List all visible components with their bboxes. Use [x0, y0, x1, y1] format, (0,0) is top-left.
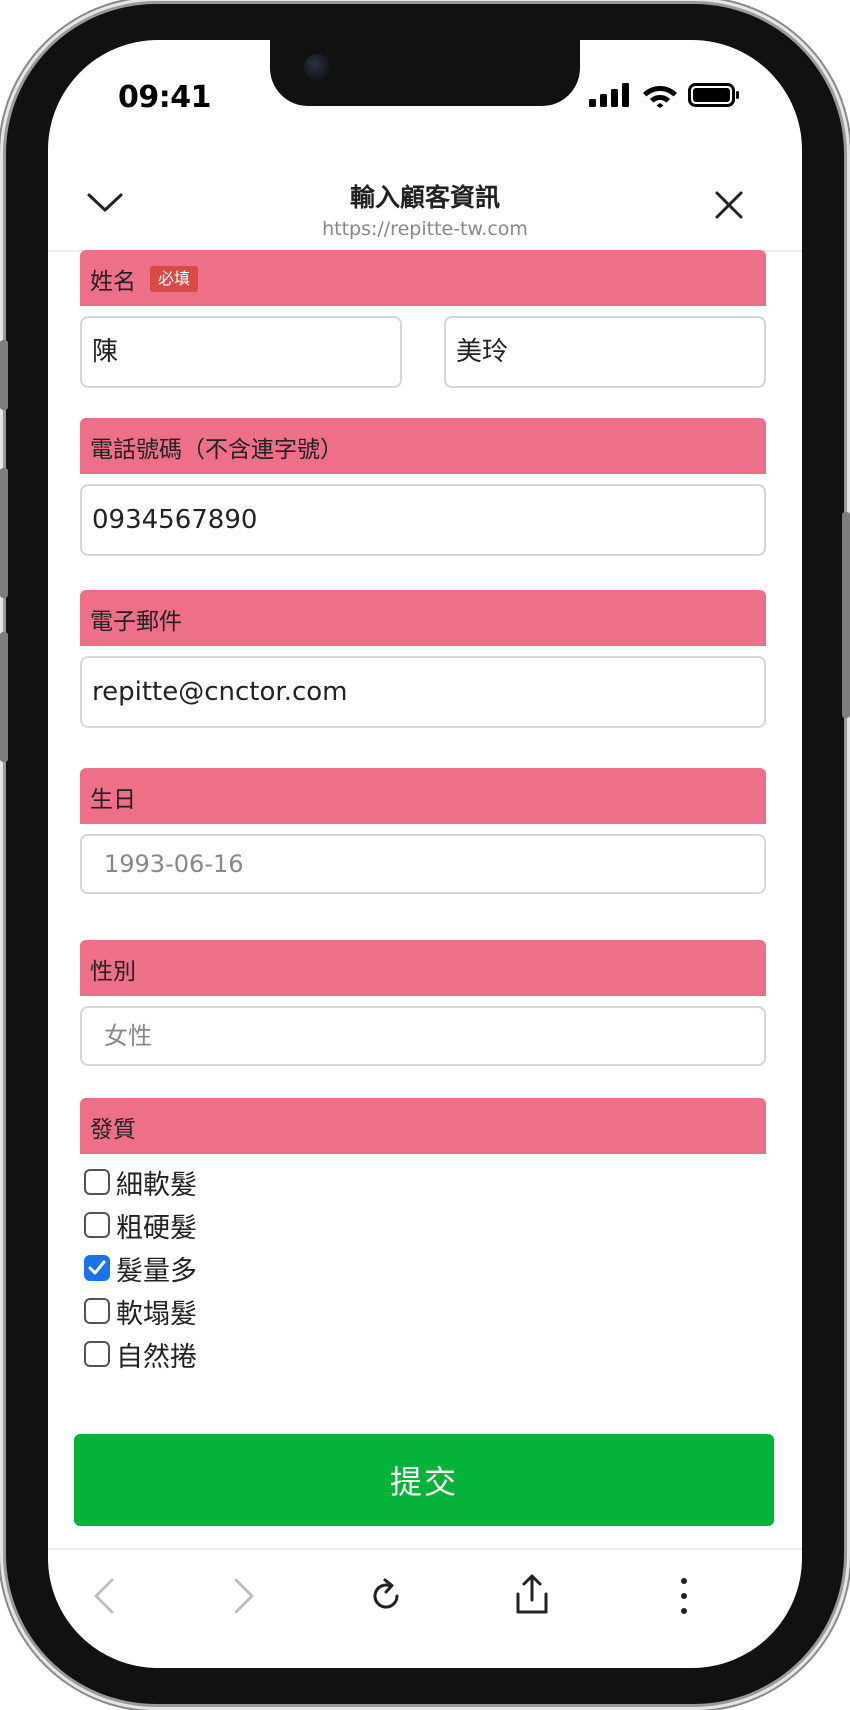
- hair-type-section-header: 發質: [80, 1098, 766, 1154]
- status-icons: [588, 82, 740, 108]
- mute-switch: [0, 340, 8, 410]
- birthday-input[interactable]: 1993-06-16: [80, 834, 766, 894]
- checkbox[interactable]: [84, 1169, 110, 1195]
- last-name-input[interactable]: 陳: [80, 316, 402, 388]
- checkbox-checked[interactable]: [84, 1255, 110, 1281]
- checkbox[interactable]: [84, 1298, 110, 1324]
- checkbox-label: 粗硬髮: [116, 1212, 197, 1244]
- status-time: 09:41: [118, 80, 212, 115]
- email-section-header: 電子郵件: [80, 590, 766, 646]
- checkbox[interactable]: [84, 1212, 110, 1238]
- birthday-label: 生日: [90, 787, 136, 813]
- reload-icon[interactable]: [366, 1576, 406, 1616]
- page-title: 輸入顧客資訊: [349, 183, 500, 212]
- submit-button[interactable]: 提交: [74, 1434, 774, 1526]
- front-camera: [304, 54, 330, 80]
- birthday-section-header: 生日: [80, 768, 766, 824]
- checkmark-icon: [88, 1260, 106, 1275]
- volume-up-button: [0, 468, 8, 598]
- phone-section-header: 電話號碼（不含連字號）: [80, 418, 766, 474]
- gender-section-header: 性別: [80, 940, 766, 996]
- checkbox-label: 細軟髮: [116, 1169, 197, 1201]
- hair-option-thick[interactable]: 髮量多: [84, 1250, 197, 1287]
- name-section-header: 姓名 必填: [80, 250, 766, 306]
- phone-screen: 09:41 輸入顧客資訊 https://repitte-tw.com 姓名 必…: [48, 40, 802, 1668]
- name-label: 姓名: [90, 269, 136, 295]
- browser-toolbar: [48, 1548, 802, 1668]
- email-input[interactable]: repitte@cnctor.com: [80, 656, 766, 728]
- checkbox-label: 自然捲: [116, 1341, 197, 1373]
- phone-input[interactable]: 0934567890: [80, 484, 766, 556]
- wifi-icon: [643, 86, 677, 108]
- checkbox-label: 髮量多: [116, 1255, 197, 1287]
- page-url: https://repitte-tw.com: [322, 218, 528, 240]
- gender-label: 性別: [90, 959, 136, 985]
- battery-icon: [688, 83, 739, 107]
- power-button: [842, 512, 850, 718]
- back-icon[interactable]: [90, 1576, 120, 1616]
- checkbox[interactable]: [84, 1341, 110, 1367]
- first-name-input[interactable]: 美玲: [444, 316, 766, 388]
- phone-label: 電話號碼（不含連字號）: [90, 437, 343, 463]
- notch: [270, 40, 580, 106]
- more-icon[interactable]: [678, 1576, 690, 1616]
- required-badge: 必填: [150, 266, 199, 292]
- email-label: 電子郵件: [90, 609, 182, 635]
- hair-option-fine[interactable]: 細軟髮: [84, 1164, 197, 1201]
- signal-icon: [589, 83, 629, 107]
- hair-option-curly[interactable]: 自然捲: [84, 1336, 197, 1373]
- close-icon[interactable]: [714, 190, 744, 220]
- hair-type-label: 發質: [90, 1117, 136, 1143]
- browser-header: 輸入顧客資訊 https://repitte-tw.com: [48, 130, 802, 252]
- forward-icon[interactable]: [228, 1576, 258, 1616]
- volume-down-button: [0, 632, 8, 762]
- hair-option-coarse[interactable]: 粗硬髮: [84, 1207, 197, 1244]
- gender-select[interactable]: 女性: [80, 1006, 766, 1066]
- hair-option-flat[interactable]: 軟塌髮: [84, 1293, 197, 1330]
- checkbox-label: 軟塌髮: [116, 1298, 197, 1330]
- share-icon[interactable]: [512, 1572, 552, 1616]
